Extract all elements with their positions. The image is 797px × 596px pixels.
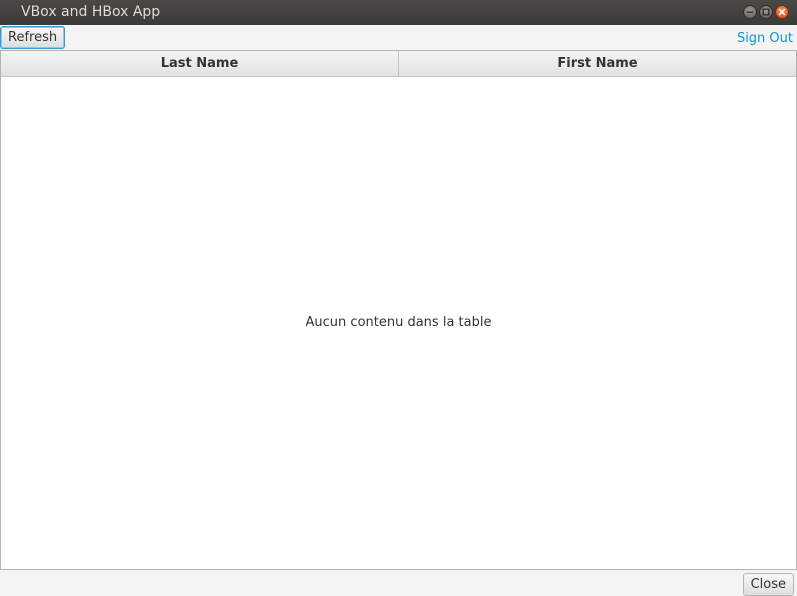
empty-table-message: Aucun contenu dans la table [305,315,492,330]
footer-bar: Close [0,570,797,596]
column-header-first-name[interactable]: First Name [398,51,796,76]
people-table[interactable]: Last Name First Name Aucun contenu dans … [0,50,797,570]
close-button[interactable]: Close [742,573,794,596]
close-icon[interactable] [775,5,789,19]
sign-out-link[interactable]: Sign Out [737,31,793,46]
app-window: VBox and HBox App Refresh Sign Out Last … [0,0,797,596]
window-controls [743,5,789,19]
toolbar: Refresh Sign Out [0,25,797,50]
table-header: Last Name First Name [1,51,796,77]
minimize-icon[interactable] [743,5,757,19]
column-header-last-name[interactable]: Last Name [1,51,398,76]
title-bar[interactable]: VBox and HBox App [0,0,797,25]
maximize-icon[interactable] [759,5,773,19]
refresh-button[interactable]: Refresh [0,26,66,49]
window-title: VBox and HBox App [21,4,161,20]
